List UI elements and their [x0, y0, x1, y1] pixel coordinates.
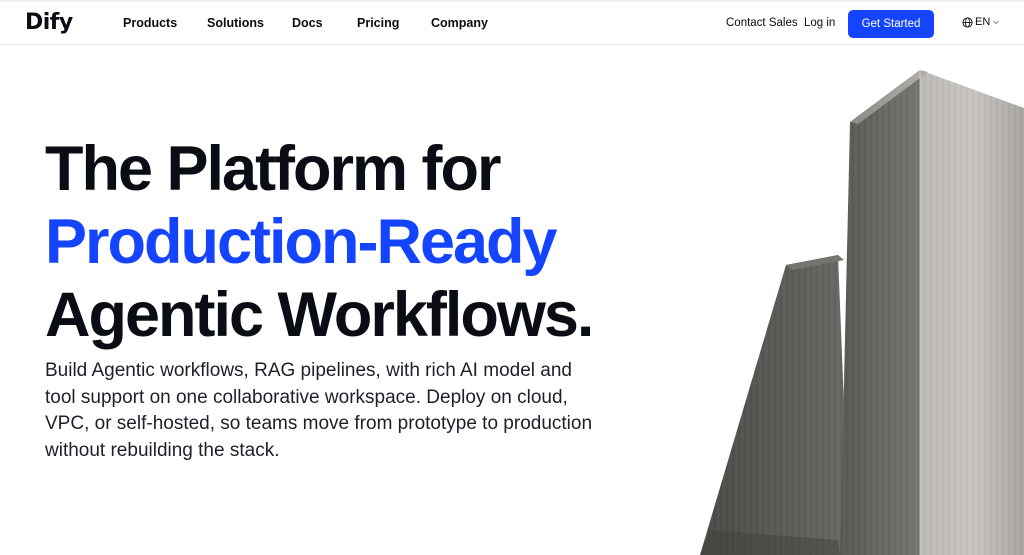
language-selector[interactable]: EN: [962, 16, 1000, 28]
hero-title-line-3: Agentic Workflows.: [45, 280, 594, 350]
login-link[interactable]: Log in: [804, 17, 835, 29]
nav-solutions[interactable]: Solutions: [207, 16, 264, 30]
nav-docs[interactable]: Docs: [292, 16, 323, 30]
dify-logo[interactable]: Dify: [25, 10, 73, 35]
nav-pricing[interactable]: Pricing: [357, 16, 399, 30]
hero-title-line-1: The Platform for: [45, 134, 502, 204]
contact-sales-link[interactable]: Contact Sales: [726, 17, 798, 29]
hero-title: The Platform for Production-Ready Agenti…: [45, 133, 594, 352]
hero-title-line-2: Production-Ready: [45, 207, 558, 277]
nav-products[interactable]: Products: [123, 16, 177, 30]
logo-text: Dify: [25, 10, 73, 35]
chevron-down-icon: [993, 20, 1000, 25]
get-started-button[interactable]: Get Started: [848, 10, 934, 38]
nav-company[interactable]: Company: [431, 16, 488, 30]
concrete-pillars-image: [700, 70, 1024, 555]
hero-subtitle: Build Agentic workflows, RAG pipelines, …: [45, 360, 593, 461]
language-label: EN: [975, 16, 991, 28]
site-header: Dify Products Solutions Docs Pricing Com…: [0, 2, 1024, 45]
globe-icon: [962, 16, 973, 28]
